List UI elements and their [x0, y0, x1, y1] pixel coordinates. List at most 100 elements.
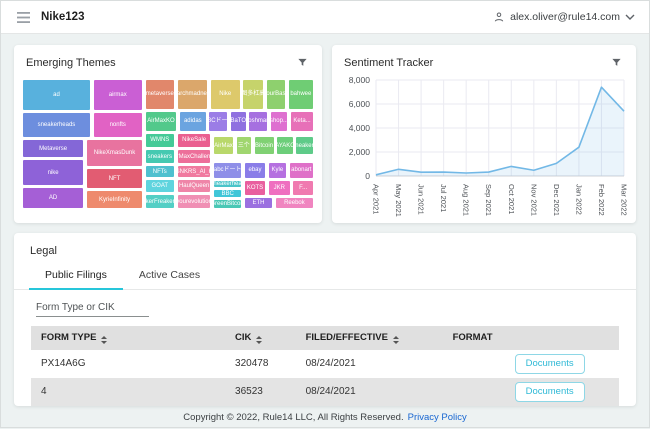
treemap-tile[interactable]: nike [22, 159, 84, 186]
treemap-tile[interactable]: poshmark [248, 111, 268, 132]
x-tick-label: Apr 2021 [372, 184, 381, 214]
treemap-tile[interactable]: Nike [210, 79, 241, 110]
dashboard-page: Nike123 alex.oliver@rule14.com Emerging … [0, 0, 650, 428]
treemap-tile[interactable]: Kyle [268, 162, 287, 180]
filings-table-head: FORM TYPECIKFILED/EFFECTIVEFORMAT [31, 326, 619, 350]
treemap-tile[interactable]: BBC [213, 189, 242, 198]
documents-button[interactable]: Documents [515, 354, 585, 374]
x-tick-label: Sep 2021 [484, 184, 493, 216]
treemap-tile[interactable]: adidas [179, 111, 206, 132]
table-cell: 4 [31, 378, 225, 406]
treemap-tile[interactable]: BaTO [230, 111, 247, 132]
treemap-tile[interactable]: sneakers [145, 149, 175, 164]
y-tick-label: 0 [365, 171, 370, 181]
treemap-tile[interactable]: sneakerhead [213, 180, 242, 188]
treemap-tile[interactable]: shop... [270, 111, 289, 132]
user-menu[interactable]: alex.oliver@rule14.com [493, 11, 635, 23]
treemap-tile[interactable]: 图多杠高 [242, 79, 264, 110]
table-cell: PX14A6G [31, 350, 225, 378]
treemap-tile[interactable]: WMNS [145, 133, 175, 149]
treemap-tile[interactable]: F... [292, 180, 314, 196]
page-footer: Copyright © 2022, Rule14 LLC, All Rights… [1, 406, 649, 429]
filter-icon[interactable] [609, 55, 624, 70]
themes-treemap: adairmaxmetaversemarchmadnessNike图多杠高You… [22, 79, 314, 209]
x-tick-label: Aug 2021 [462, 184, 471, 216]
treemap-tile[interactable]: AirMaxChallenge [177, 149, 211, 164]
treemap-tile[interactable]: abcドート [213, 162, 242, 180]
treemap-tile[interactable]: metaverse [145, 79, 175, 110]
y-tick-label: 2,000 [349, 147, 371, 157]
treemap-tile[interactable]: AYAKO [276, 136, 294, 155]
filter-icon[interactable] [295, 55, 310, 70]
topbar: Nike123 alex.oliver@rule14.com [1, 1, 649, 34]
table-cell: 08/24/2021 [296, 378, 443, 406]
column-header-filed-effective[interactable]: FILED/EFFECTIVE [296, 326, 443, 350]
documents-button[interactable]: Documents [515, 382, 585, 402]
x-tick-label: Mar 2022 [620, 184, 629, 216]
treemap-tile[interactable]: NBCドート [208, 111, 228, 132]
treemap-tile[interactable]: NFTs [145, 165, 175, 178]
treemap-tile[interactable]: sneakerheads [22, 112, 91, 138]
form-type-cik-input[interactable] [36, 300, 149, 317]
table-cell: 08/24/2021 [296, 350, 443, 378]
treemap-tile[interactable]: ETH [244, 197, 273, 209]
emerging-themes-title: Emerging Themes [26, 57, 116, 69]
treemap-tile[interactable]: NikeSale [177, 133, 211, 149]
treemap-tile[interactable]: Metaverse [22, 139, 84, 158]
treemap-tile[interactable]: ad [22, 79, 91, 111]
y-tick-label: 8,000 [349, 75, 371, 85]
treemap-tile[interactable]: SneakerFreakerFans [145, 194, 175, 209]
treemap-tile[interactable]: HaulQueen [177, 179, 211, 193]
treemap-tile[interactable]: bahwee [288, 79, 314, 110]
treemap-tile[interactable]: ebay [244, 162, 266, 180]
sort-icon [101, 336, 107, 344]
treemap-tile[interactable]: airmax [93, 79, 143, 111]
sentiment-tracker-card: Sentiment Tracker 02,0004,0006,0008,000A… [332, 45, 636, 223]
treemap-tile[interactable]: YourBase [266, 79, 286, 110]
x-tick-label: Oct 2021 [507, 184, 516, 214]
privacy-policy-link[interactable]: Privacy Policy [408, 412, 467, 423]
treemap-tile[interactable]: AirMax [213, 136, 233, 155]
treemap-tile[interactable]: SNKRS_AI_K [177, 165, 211, 178]
table-cell: 36523 [225, 378, 296, 406]
legal-card: Legal Public FilingsActive Cases FORM TY… [14, 233, 636, 406]
chevron-down-icon [625, 14, 635, 20]
main-content: Emerging Themes adairmaxmetaversemarchma… [1, 34, 649, 406]
tab-public-filings[interactable]: Public Filings [29, 266, 123, 289]
treemap-tile[interactable]: JKR [268, 180, 291, 196]
x-tick-label: May 2021 [394, 184, 403, 217]
treemap-tile[interactable]: NikeXmasDunk [86, 139, 143, 167]
treemap-tile[interactable]: marchmadness [177, 79, 208, 110]
treemap-tile[interactable]: Sneakerly [295, 136, 314, 155]
treemap-tile[interactable]: nonfts [93, 112, 143, 138]
filings-table-body: PX14A6G32047808/24/2021Documents43652308… [31, 350, 619, 407]
table-row: 43652308/24/2021 Documents [31, 378, 619, 406]
treemap-tile[interactable]: KOTS [244, 180, 266, 196]
column-header-cik[interactable]: CIK [225, 326, 296, 350]
x-tick-label: Dec 2021 [552, 184, 561, 216]
legal-tabs: Public FilingsActive Cases [14, 266, 636, 290]
treemap-tile[interactable]: yourevolution [177, 194, 211, 209]
treemap-tile[interactable]: Reebok [275, 197, 314, 209]
treemap-tile[interactable]: NFT [86, 168, 143, 189]
x-tick-label: Jan 2022 [574, 184, 583, 215]
treemap-tile[interactable]: KyrieInfinity [86, 190, 143, 209]
menu-icon[interactable] [15, 10, 32, 25]
copyright-text: Copyright © 2022, Rule14 LLC, All Rights… [183, 412, 403, 423]
treemap-tile[interactable]: 三个 [236, 136, 252, 155]
y-tick-label: 4,000 [349, 123, 371, 133]
x-tick-label: Jun 2021 [417, 184, 426, 215]
column-header-format: FORMAT [443, 326, 619, 350]
treemap-tile[interactable]: Keta... [290, 111, 314, 132]
column-header-form-type[interactable]: FORM TYPE [31, 326, 225, 350]
tab-active-cases[interactable]: Active Cases [123, 266, 216, 289]
treemap-tile[interactable]: AirMaxKO [145, 111, 178, 132]
treemap-tile[interactable]: AD [22, 187, 84, 209]
treemap-tile[interactable]: abonart [289, 162, 314, 180]
legal-title: Legal [14, 233, 636, 266]
sentiment-chart: 02,0004,0006,0008,000Apr 2021May 2021Jun… [340, 74, 628, 220]
treemap-tile[interactable]: GOAT [145, 179, 175, 193]
treemap-tile[interactable]: Bitcoin [254, 136, 275, 155]
user-email: alex.oliver@rule14.com [510, 11, 620, 23]
treemap-tile[interactable]: GreenBitcoin [213, 199, 242, 209]
